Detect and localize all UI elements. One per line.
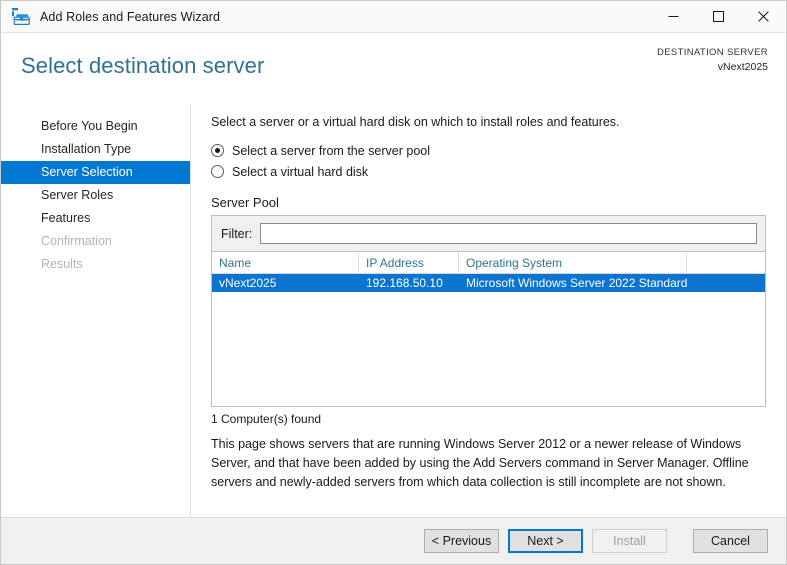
install-button: Install xyxy=(592,529,667,553)
sidebar-item-results: Results xyxy=(41,257,83,271)
page-title: Select destination server xyxy=(21,53,265,78)
title-bar: Add Roles and Features Wizard xyxy=(1,1,786,33)
radio-button-virtual-hard-disk-icon[interactable] xyxy=(211,165,224,178)
filter-bar: Filter: xyxy=(211,215,766,252)
sidebar-item-features[interactable]: Features xyxy=(1,207,190,230)
close-icon xyxy=(758,10,769,22)
table-body: vNext2025 192.168.50.10 Microsoft Window… xyxy=(212,274,765,406)
window-title: Add Roles and Features Wizard xyxy=(40,9,221,24)
window-controls xyxy=(651,1,786,33)
server-manager-toolbox-icon xyxy=(12,7,30,25)
filter-input[interactable] xyxy=(260,223,757,244)
previous-button[interactable]: < Previous xyxy=(424,529,499,553)
destination-server-label: DESTINATION SERVER xyxy=(657,47,768,58)
wizard-footer: < Previous Next > Install Cancel xyxy=(1,517,786,564)
computers-found-text: 1 Computer(s) found xyxy=(211,412,322,426)
filter-label: Filter: xyxy=(221,226,253,241)
wizard-body: Before You Begin Installation Type Serve… xyxy=(1,105,786,517)
wizard-content-pane: Select a server or a virtual hard disk o… xyxy=(191,105,786,517)
close-button[interactable] xyxy=(741,1,786,32)
column-header-name[interactable]: Name xyxy=(212,252,359,273)
cell-operating-system: Microsoft Windows Server 2022 Standard xyxy=(466,276,687,290)
sidebar-item-confirmation: Confirmation xyxy=(41,234,112,248)
radio-option-server-pool[interactable]: Select a server from the server pool xyxy=(211,141,766,160)
destination-server-value: vNext2025 xyxy=(717,61,768,73)
page-description-text: This page shows servers that are running… xyxy=(211,437,749,489)
table-header-row: Name IP Address Operating System xyxy=(212,252,765,274)
sidebar-item-installation-type[interactable]: Installation Type xyxy=(1,138,190,161)
minimize-icon xyxy=(668,15,679,17)
server-pool-label: Server Pool xyxy=(211,195,279,210)
sidebar-item-server-selection[interactable]: Server Selection xyxy=(1,161,190,184)
maximize-icon xyxy=(713,10,724,22)
cell-name: vNext2025 xyxy=(219,276,277,290)
maximize-button[interactable] xyxy=(696,1,741,32)
wizard-header: Select destination server DESTINATION SE… xyxy=(1,33,786,105)
cancel-button[interactable]: Cancel xyxy=(693,529,768,553)
next-button[interactable]: Next > xyxy=(508,529,583,553)
radio-label-server-pool: Select a server from the server pool xyxy=(232,143,430,158)
sidebar-item-server-roles[interactable]: Server Roles xyxy=(1,184,190,207)
add-roles-wizard-window: Add Roles and Features Wizard Select des… xyxy=(0,0,787,565)
intro-text: Select a server or a virtual hard disk o… xyxy=(211,115,620,129)
server-pool-table: Name IP Address Operating System vNext20… xyxy=(211,252,766,407)
destination-server-block: DESTINATION SERVER vNext2025 xyxy=(657,46,768,74)
radio-option-virtual-hard-disk[interactable]: Select a virtual hard disk xyxy=(211,162,766,181)
column-header-spacer[interactable] xyxy=(687,253,765,273)
radio-button-server-pool-icon[interactable] xyxy=(211,144,224,157)
column-header-operating-system[interactable]: Operating System xyxy=(459,252,687,273)
table-row[interactable]: vNext2025 192.168.50.10 Microsoft Window… xyxy=(212,274,765,292)
minimize-button[interactable] xyxy=(651,1,696,32)
wizard-step-nav: Before You Begin Installation Type Serve… xyxy=(1,105,191,517)
radio-label-virtual-hard-disk: Select a virtual hard disk xyxy=(232,164,369,179)
sidebar-item-before-you-begin[interactable]: Before You Begin xyxy=(1,115,190,138)
cell-spacer xyxy=(687,274,765,292)
column-header-ip-address[interactable]: IP Address xyxy=(359,252,459,273)
cell-ip-address: 192.168.50.10 xyxy=(366,276,443,290)
